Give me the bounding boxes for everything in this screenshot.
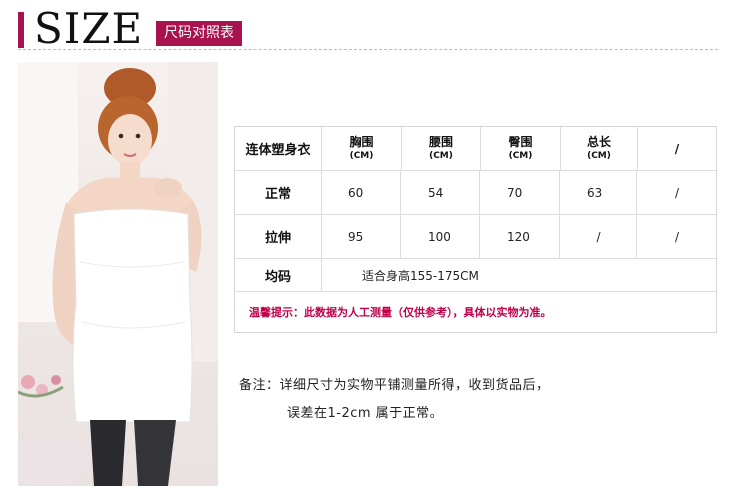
table-cell: /: [674, 229, 680, 244]
column-label: /: [674, 141, 680, 156]
table-cell: 95: [322, 215, 401, 258]
table-header-row: 连体塑身衣 胸围 (CM) 腰围 (CM) 臀围 (CM) 总长 (CM) /: [235, 127, 716, 171]
column-header-chest: 胸围 (CM): [322, 127, 402, 170]
column-label: 腰围: [428, 134, 453, 149]
table-cell: 100: [402, 215, 480, 258]
note-line-1: 备注：详细尺寸为实物平铺测量所得，收到货品后，: [239, 378, 550, 393]
header-divider: [18, 49, 718, 50]
measurement-tip: 温馨提示：此数据为人工测量（仅供参考），具体以实物为准。: [249, 305, 552, 319]
row-label: 均码: [235, 259, 322, 291]
column-label: 胸围: [349, 134, 374, 149]
column-label: 臀围: [508, 134, 533, 149]
model-illustration: [18, 62, 218, 486]
table-row-stretch: 拉伸 95 100 120 / /: [235, 215, 716, 259]
column-label: 总长: [586, 134, 611, 149]
table-cell: /: [561, 215, 637, 258]
size-chart-badge: 尺码对照表: [156, 21, 242, 46]
table-cell: 70: [481, 171, 560, 214]
page-title: SIZE: [34, 4, 144, 53]
size-table: 连体塑身衣 胸围 (CM) 腰围 (CM) 臀围 (CM) 总长 (CM) / …: [234, 126, 717, 333]
fit-range-value: 适合身高155-175CM: [362, 268, 479, 283]
table-row-fit: 均码 适合身高155-175CM: [235, 259, 716, 292]
column-header-extra: /: [638, 127, 716, 170]
column-unit: (CM): [508, 150, 533, 161]
column-header-length: 总长 (CM): [561, 127, 638, 170]
note-line-2: 误差在1-2cm 属于正常。: [287, 406, 444, 421]
column-header-hip: 臀围 (CM): [481, 127, 561, 170]
table-corner-cell: 连体塑身衣: [235, 127, 322, 170]
table-cell: /: [674, 185, 680, 200]
model-photo: [18, 62, 218, 486]
column-unit: (CM): [587, 150, 611, 161]
row-label: 拉伸: [235, 215, 322, 258]
column-unit: (CM): [349, 150, 374, 161]
table-cell: 63: [561, 171, 637, 214]
table-cell: 60: [322, 171, 401, 214]
table-cell: 54: [402, 171, 480, 214]
row-label: 正常: [235, 171, 322, 214]
table-row-normal: 正常 60 54 70 63 /: [235, 171, 716, 215]
table-cell: 120: [481, 215, 560, 258]
column-unit: (CM): [429, 150, 453, 161]
column-header-waist: 腰围 (CM): [402, 127, 481, 170]
table-tip-row: 温馨提示：此数据为人工测量（仅供参考），具体以实物为准。: [235, 292, 716, 331]
header-accent-bar: [18, 12, 24, 48]
